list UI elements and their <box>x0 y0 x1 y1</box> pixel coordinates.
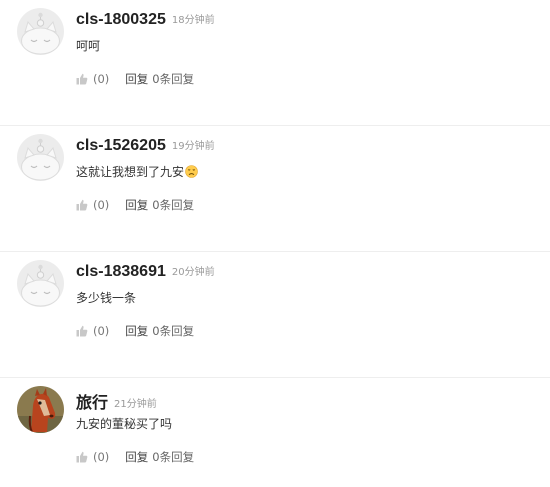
comment-body: 多少钱一条 <box>76 291 137 305</box>
like-count: (0) <box>93 198 110 212</box>
default-cat-avatar-icon <box>17 8 64 55</box>
username[interactable]: cls-1800325 18分钟前 <box>76 11 215 29</box>
comment-actions: (0) 回复 0条回复 <box>76 197 194 213</box>
sad-face-icon <box>185 165 198 178</box>
avatar[interactable] <box>17 260 64 307</box>
reply-button[interactable]: 回复 <box>125 449 148 465</box>
like-button[interactable]: (0) <box>76 72 109 86</box>
comment-body: 这就让我想到了九安 <box>76 165 185 179</box>
comment-text: 九安的董秘买了吗 <box>76 415 172 432</box>
avatar[interactable] <box>17 8 64 55</box>
avatar[interactable] <box>17 134 64 181</box>
comment-item: cls-1800325 18分钟前 呵呵 (0) 回复 0条回复 <box>0 0 550 126</box>
timestamp: 20分钟前 <box>171 267 215 278</box>
default-cat-avatar-icon <box>17 260 64 307</box>
like-button[interactable]: (0) <box>76 324 109 338</box>
username[interactable]: 旅行 21分钟前 <box>76 389 157 413</box>
comment-text: 多少钱一条 <box>76 289 136 306</box>
timestamp: 21分钟前 <box>114 399 157 410</box>
comment-actions: (0) 回复 0条回复 <box>76 323 194 339</box>
like-button[interactable]: (0) <box>76 198 109 212</box>
reply-button[interactable]: 回复 <box>125 323 148 339</box>
reply-button[interactable]: 回复 <box>125 71 148 87</box>
username-text: cls-1838691 <box>76 263 166 280</box>
username[interactable]: cls-1838691 20分钟前 <box>76 263 215 281</box>
thumb-up-icon <box>76 199 88 211</box>
like-count: (0) <box>93 72 110 86</box>
reply-button[interactable]: 回复 <box>125 197 148 213</box>
timestamp: 19分钟前 <box>171 141 215 152</box>
comment-body: 九安的董秘买了吗 <box>76 417 173 431</box>
username-text: cls-1526205 <box>76 137 166 154</box>
comment-body: 呵呵 <box>76 39 101 53</box>
comment-list: cls-1800325 18分钟前 呵呵 (0) 回复 0条回复 cls-152… <box>0 0 550 487</box>
comment-item: cls-1838691 20分钟前 多少钱一条 (0) 回复 0条回复 <box>0 252 550 378</box>
comment-actions: (0) 回复 0条回复 <box>76 449 194 465</box>
comment-text: 这就让我想到了九安 <box>76 163 198 180</box>
comment-item: 旅行 21分钟前 九安的董秘买了吗 (0) 回复 0条回复 <box>0 378 550 487</box>
like-count: (0) <box>93 324 110 338</box>
comment-actions: (0) 回复 0条回复 <box>76 71 194 87</box>
like-count: (0) <box>93 450 110 464</box>
avatar[interactable] <box>17 386 64 433</box>
username-text: 旅行 <box>76 395 109 412</box>
like-button[interactable]: (0) <box>76 450 109 464</box>
reply-count-link[interactable]: 0条回复 <box>152 71 194 87</box>
default-cat-avatar-icon <box>17 134 64 181</box>
thumb-up-icon <box>76 451 88 463</box>
reply-count-link[interactable]: 0条回复 <box>152 449 194 465</box>
reply-count-link[interactable]: 0条回复 <box>152 323 194 339</box>
comment-item: cls-1526205 19分钟前 这就让我想到了九安 (0) 回复 0条回复 <box>0 126 550 252</box>
comment-text: 呵呵 <box>76 37 100 54</box>
horse-head-avatar-icon <box>17 386 64 433</box>
timestamp: 18分钟前 <box>171 15 215 26</box>
username[interactable]: cls-1526205 19分钟前 <box>76 137 215 155</box>
thumb-up-icon <box>76 73 88 85</box>
username-text: cls-1800325 <box>76 11 166 28</box>
thumb-up-icon <box>76 325 88 337</box>
reply-count-link[interactable]: 0条回复 <box>152 197 194 213</box>
